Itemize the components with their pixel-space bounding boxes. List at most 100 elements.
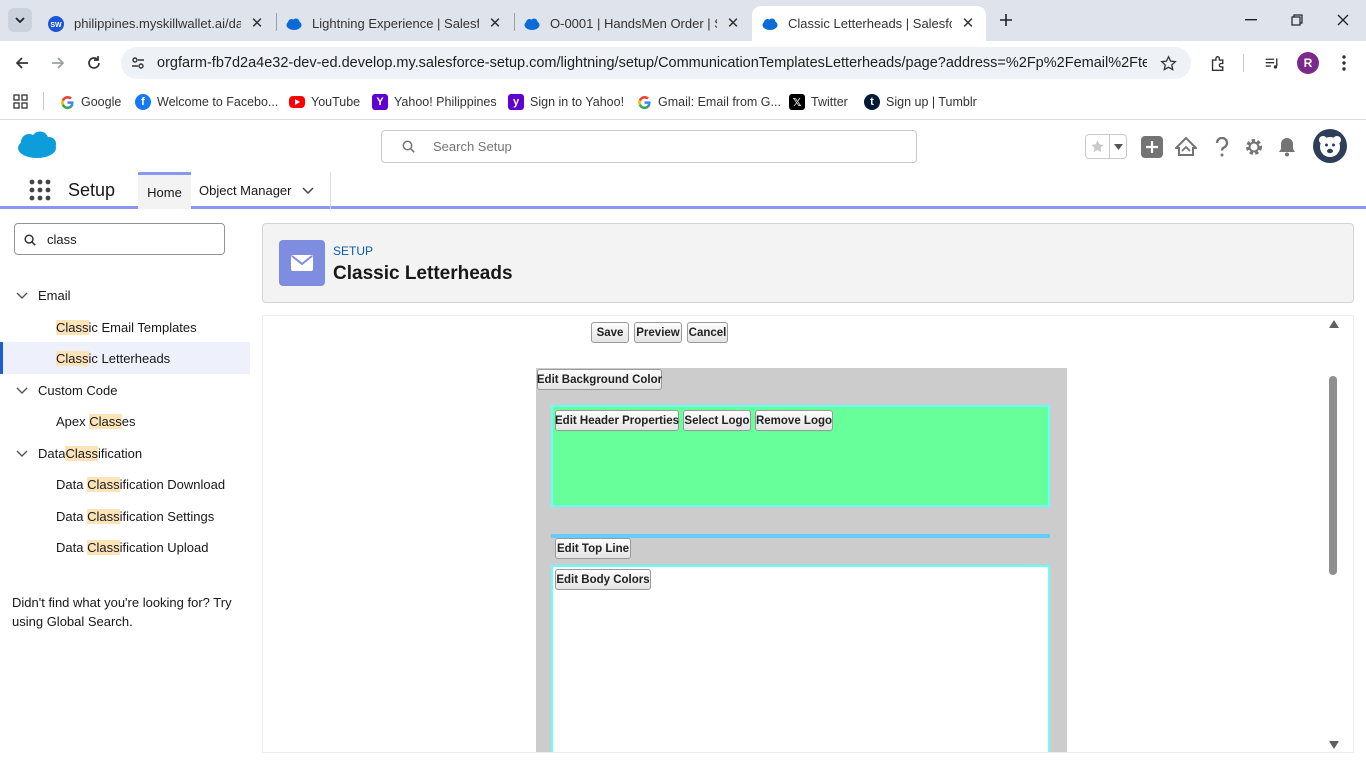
tree-item-label: ic Letterheads	[88, 351, 171, 366]
yahoo-icon: Y	[372, 94, 388, 110]
tree-item-label: ification Download	[119, 477, 226, 492]
tree-node-email[interactable]: Email	[16, 288, 71, 303]
back-button[interactable]	[10, 51, 34, 75]
bookmark-label: Google	[81, 95, 122, 109]
search-icon	[24, 234, 36, 246]
tree-item-data-classification-settings[interactable]: Data Classification Settings	[56, 509, 214, 524]
minimize-icon	[1245, 19, 1257, 21]
bookmark-item[interactable]: t Sign up | Tumblr	[864, 92, 977, 112]
close-tab-icon[interactable]: ✕	[487, 15, 503, 32]
remove-logo-button[interactable]: Remove Logo	[755, 410, 833, 431]
minimize-window-button[interactable]	[1236, 6, 1266, 34]
tree-item-classic-letterheads[interactable]: Classic Letterheads	[56, 351, 170, 366]
salesforce-cloud-icon	[762, 16, 778, 32]
bookmark-item[interactable]: y Sign in to Yahoo!	[508, 92, 624, 112]
bookmark-item[interactable]: Y Yahoo! Philippines	[372, 92, 497, 112]
forward-button[interactable]	[46, 51, 70, 75]
page-title: Classic Letterheads	[333, 263, 513, 284]
search-highlight: Class	[56, 320, 89, 335]
tree-node-label: Email	[38, 288, 71, 303]
tree-node-label: Data	[38, 446, 66, 461]
scrollbar[interactable]	[1327, 316, 1341, 752]
help-button[interactable]	[1210, 135, 1234, 159]
restore-window-button[interactable]	[1282, 6, 1312, 34]
tree-item-label: Data	[56, 540, 88, 555]
browser-tab[interactable]: O-0001 | HandsMen Order | Sal ✕	[514, 6, 751, 41]
tree-item-data-classification-download[interactable]: Data Classification Download	[56, 477, 225, 492]
chevron-down-icon	[16, 387, 28, 394]
setup-gear-button[interactable]	[1242, 135, 1266, 159]
trailhead-guidance-button[interactable]	[1174, 135, 1198, 159]
bookmark-item[interactable]: YouTube	[289, 92, 360, 112]
tree-item-label: ic Email Templates	[88, 320, 197, 335]
salesforce-logo[interactable]	[16, 130, 58, 160]
letterhead-background: Edit Background Color Edit Header Proper…	[536, 368, 1067, 752]
tab-label: Object Manager	[199, 183, 292, 198]
tab-home[interactable]: Home	[138, 172, 191, 209]
search-highlight: Class	[65, 446, 98, 461]
google-icon	[636, 94, 652, 110]
tree-node-custom-code[interactable]: Custom Code	[16, 383, 117, 398]
site-info-button[interactable]	[128, 53, 148, 73]
letterhead-editor-frame: Save Preview Cancel Edit Background Colo…	[262, 315, 1354, 753]
tab-object-manager[interactable]: Object Manager	[191, 172, 331, 209]
salesforce-cloud-icon	[524, 16, 540, 32]
tree-node-label: Custom Code	[38, 383, 118, 398]
bookmark-item[interactable]: f Welcome to Facebo...	[135, 92, 278, 112]
reload-button[interactable]	[82, 51, 106, 75]
tab-title: philippines.myskillwallet.ai/dash	[74, 16, 241, 31]
tree-item-classic-email-templates[interactable]: Classic Email Templates	[56, 320, 197, 335]
edit-top-line-button[interactable]: Edit Top Line	[555, 538, 631, 559]
browser-tab[interactable]: SW philippines.myskillwallet.ai/dash ✕	[38, 6, 275, 41]
close-tab-icon[interactable]: ✕	[725, 15, 741, 32]
browser-tab-active[interactable]: Classic Letterheads | Salesforce ✕	[752, 6, 986, 41]
edit-background-color-button[interactable]: Edit Background Color	[537, 369, 662, 390]
user-avatar[interactable]	[1313, 129, 1347, 163]
close-tab-icon[interactable]: ✕	[960, 15, 976, 32]
chevron-down-icon	[1109, 135, 1126, 158]
new-tab-button[interactable]	[994, 8, 1018, 32]
apps-button[interactable]	[10, 91, 30, 111]
global-actions-button[interactable]	[1141, 136, 1163, 158]
extensions-button[interactable]	[1207, 52, 1229, 74]
bookmark-star-button[interactable]	[1157, 53, 1179, 73]
url-text[interactable]: orgfarm-fb7d2a4e32-dev-ed.develop.my.sal…	[157, 55, 1147, 71]
tree-item-label: ification Upload	[119, 540, 209, 555]
app-launcher-icon	[29, 179, 51, 201]
bookmark-item[interactable]: Gmail: Email from G...	[636, 92, 781, 112]
preview-button[interactable]: Preview	[634, 322, 682, 343]
app-launcher-button[interactable]	[28, 178, 52, 202]
scroll-up-arrow-icon[interactable]	[1329, 320, 1339, 328]
google-icon	[59, 94, 75, 110]
plus-icon	[1146, 141, 1158, 153]
gear-icon	[1246, 139, 1262, 155]
browser-tab[interactable]: Lightning Experience | Salesforce ✕	[276, 6, 513, 41]
cancel-button[interactable]: Cancel	[687, 322, 728, 343]
tree-node-data-classification[interactable]: Data Class ification	[16, 446, 142, 461]
yahoo-icon: y	[508, 94, 524, 110]
quick-find-input[interactable]	[14, 223, 225, 255]
help-icon	[1215, 137, 1229, 157]
browser-menu-button[interactable]	[1334, 52, 1354, 74]
edit-body-colors-button[interactable]: Edit Body Colors	[555, 569, 651, 590]
notifications-button[interactable]	[1275, 135, 1299, 159]
tree-item-apex-classes[interactable]: Apex Classes	[56, 414, 136, 429]
forward-arrow-icon	[52, 57, 65, 69]
scrollbar-thumb[interactable]	[1329, 376, 1337, 575]
scroll-down-arrow-icon[interactable]	[1329, 741, 1339, 749]
tab-search-button[interactable]	[8, 8, 32, 32]
favorites-toggle[interactable]	[1085, 134, 1127, 159]
select-logo-button[interactable]: Select Logo	[683, 410, 751, 431]
profile-avatar-button[interactable]: R	[1297, 52, 1319, 74]
close-tab-icon[interactable]: ✕	[249, 15, 265, 32]
close-window-button[interactable]	[1328, 6, 1358, 34]
media-control-button[interactable]	[1261, 52, 1283, 74]
tree-item-data-classification-upload[interactable]: Data Classification Upload	[56, 540, 208, 555]
chevron-down-icon	[16, 292, 28, 299]
svg-text:SW: SW	[50, 22, 62, 29]
salesforce-cloud-icon	[286, 16, 302, 32]
save-button[interactable]: Save	[591, 322, 629, 343]
bookmark-item[interactable]: 𝕏 Twitter	[789, 92, 848, 112]
bookmark-item[interactable]: Google	[59, 92, 121, 112]
edit-header-properties-button[interactable]: Edit Header Properties	[555, 410, 679, 431]
